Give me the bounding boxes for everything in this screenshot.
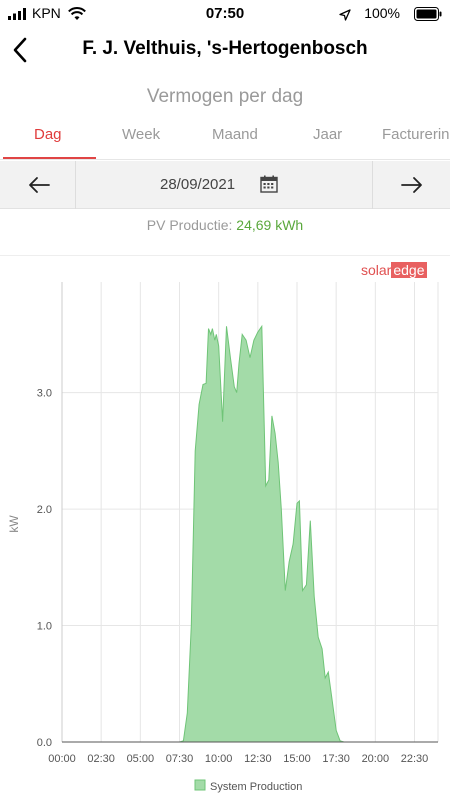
arrow-left-icon bbox=[29, 177, 50, 193]
page-title: F. J. Velthuis, 's-Hertogenbosch bbox=[82, 38, 368, 59]
pv-production-label: PV Productie: bbox=[146, 217, 233, 233]
x-tick-label: 00:00 bbox=[48, 753, 76, 765]
battery-icon bbox=[414, 7, 442, 21]
legend-label: System Production bbox=[210, 781, 302, 793]
tab-maand[interactable]: Maand bbox=[212, 126, 258, 143]
y-tick-label: 3.0 bbox=[37, 388, 52, 400]
x-tick-label: 10:00 bbox=[205, 753, 233, 765]
power-chart: 0.0 1.0 2.0 3.0 00:00 02:30 05:00 07:30 10:00 12:… bbox=[7, 282, 439, 793]
x-tick-label: 15:00 bbox=[283, 753, 311, 765]
date-navigator: 28/09/2021 bbox=[0, 161, 450, 209]
selected-date[interactable]: 28/09/2021 bbox=[160, 176, 235, 193]
tab-facturering[interactable]: Facturering bbox=[382, 126, 450, 143]
pv-production-summary: PV Productie: 24,69 kWh bbox=[0, 217, 450, 233]
x-tick-label: 02:30 bbox=[87, 753, 115, 765]
previous-day-button[interactable] bbox=[0, 161, 76, 209]
active-tab-indicator bbox=[3, 157, 96, 159]
tab-jaar[interactable]: Jaar bbox=[313, 126, 342, 143]
legend-swatch bbox=[194, 779, 206, 791]
tab-dag[interactable]: Dag bbox=[34, 126, 62, 143]
x-tick-label: 12:30 bbox=[244, 753, 272, 765]
pv-production-value: 24,69 kWh bbox=[236, 217, 304, 233]
navigation-bar: F. J. Velthuis, 's-Hertogenbosch bbox=[0, 28, 450, 72]
y-axis-label: kW bbox=[7, 515, 21, 533]
y-tick-label: 2.0 bbox=[37, 504, 52, 516]
x-tick-label: 05:00 bbox=[127, 753, 155, 765]
tab-week[interactable]: Week bbox=[122, 126, 160, 143]
y-tick-label: 0.0 bbox=[37, 737, 52, 749]
battery-percentage: 100% bbox=[364, 5, 400, 21]
x-tick-label: 20:00 bbox=[362, 753, 390, 765]
x-tick-label: 17:30 bbox=[322, 753, 350, 765]
arrow-right-icon bbox=[401, 177, 422, 193]
y-tick-label: 1.0 bbox=[37, 621, 52, 633]
section-divider bbox=[0, 255, 450, 256]
status-bar: KPN 07:50 100% bbox=[0, 0, 450, 28]
period-tabs: Dag Week Maand Jaar Facturering bbox=[0, 115, 450, 160]
location-arrow-icon bbox=[339, 9, 351, 21]
calendar-icon[interactable] bbox=[260, 175, 278, 193]
next-day-button[interactable] bbox=[372, 161, 450, 209]
series-area-system-production bbox=[62, 324, 438, 743]
x-tick-label: 07:30 bbox=[166, 753, 194, 765]
x-tick-label: 22:30 bbox=[401, 753, 429, 765]
card-title: Vermogen per dag bbox=[146, 86, 304, 107]
